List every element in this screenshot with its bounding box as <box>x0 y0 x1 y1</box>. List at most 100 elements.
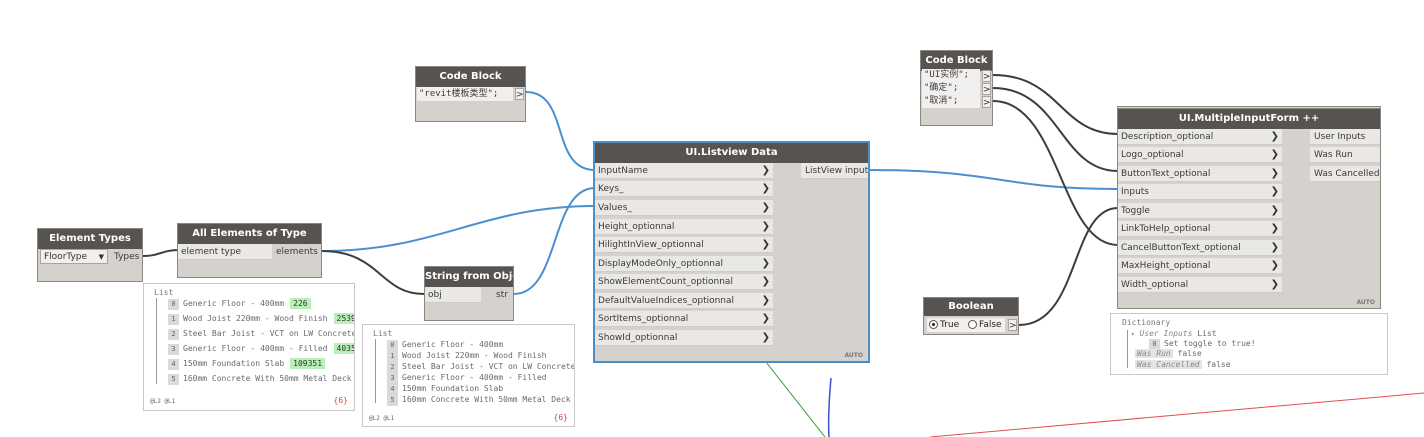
chevron-right-icon: ❯ <box>761 221 770 232</box>
wire-types-to-element-type[interactable] <box>142 249 180 257</box>
wire-code2-to-cancelbuttontext[interactable] <box>992 100 1119 246</box>
output-port-elements[interactable]: elements <box>272 244 321 260</box>
list-item: 5 160mm Concrete With 50mm Metal Deck <box>387 394 571 406</box>
output-port-listview-input[interactable]: ListView input <box>801 163 868 179</box>
collapse-icon: ▾ <box>1131 331 1135 338</box>
input-port-width[interactable]: Width_optional ❯ <box>1118 277 1282 293</box>
dictionary-preview: Dictionary ▾ User Inputs List 0 Set toggl… <box>1110 313 1388 375</box>
chevron-right-icon: ❯ <box>1270 205 1279 216</box>
output-port[interactable]: > <box>982 70 991 82</box>
listview-data-node[interactable]: UI.Listview Data InputName ❯ Keys_ ❯ Value… <box>593 141 870 363</box>
chevron-right-icon: ❯ <box>761 258 770 269</box>
chevron-right-icon: ❯ <box>761 183 770 194</box>
input-port-displaymode[interactable]: DisplayModeOnly_optionnal ❯ <box>595 256 773 272</box>
input-port-element-type[interactable]: element type <box>178 244 272 260</box>
axis-line-red <box>929 392 1424 437</box>
list-count: {6} <box>553 413 568 422</box>
output-port-user-inputs[interactable]: User Inputs <box>1310 129 1380 145</box>
radio-unselected-icon <box>968 320 977 329</box>
input-port-obj[interactable]: obj <box>425 287 481 303</box>
auto-label: AUTO <box>844 352 863 359</box>
chevron-right-icon: ❯ <box>1270 168 1279 179</box>
chevron-right-icon: ❯ <box>1270 223 1279 234</box>
input-port-keys[interactable]: Keys_ ❯ <box>595 181 773 197</box>
input-port-showelementcount[interactable]: ShowElementCount_optionnal ❯ <box>595 274 773 290</box>
element-type-dropdown[interactable]: FloorType ▼ <box>40 249 108 264</box>
auto-label: AUTO <box>1356 299 1375 306</box>
chevron-right-icon: ❯ <box>1270 279 1279 290</box>
chevron-right-icon: ❯ <box>761 202 770 213</box>
node-title: Element Types <box>38 229 142 249</box>
list-item: 4 150mm Foundation Slab <box>387 383 503 395</box>
chevron-right-icon: ❯ <box>761 295 770 306</box>
node-title: Code Block <box>416 67 525 87</box>
output-port-str[interactable]: str <box>492 287 513 303</box>
code-block-node-2[interactable]: Code Block "UI实例"; "确定"; "取消"; > > > <box>920 50 993 126</box>
output-port[interactable]: > <box>982 96 991 108</box>
input-port-inputs[interactable]: Inputs ❯ <box>1118 184 1282 200</box>
list-count: {6} <box>333 396 348 405</box>
input-port-maxheight[interactable]: MaxHeight_optional ❯ <box>1118 258 1282 274</box>
chevron-right-icon: ❯ <box>1270 242 1279 253</box>
string-from-object-node[interactable]: String from Object obj str <box>424 266 514 321</box>
elements-list-preview: List 0 Generic Floor - 400mm 226 1 Wood Joi… <box>143 283 355 411</box>
boolean-node[interactable]: Boolean True False > <box>923 297 1019 335</box>
output-port[interactable]: > <box>1008 319 1017 331</box>
list-item: 0 Generic Floor - 400mm 226 <box>168 298 311 310</box>
list-levels: @L2 @L1 <box>150 398 176 405</box>
node-title: Code Block <box>921 51 992 71</box>
axis-line-blue <box>827 377 832 437</box>
input-port-hilight[interactable]: HilightInView_optionnal ❯ <box>595 237 773 253</box>
input-port-values[interactable]: Values_ ❯ <box>595 200 773 216</box>
wire-str-to-keys[interactable] <box>513 187 596 295</box>
input-port-linktohelp[interactable]: LinkToHelp_optional ❯ <box>1118 221 1282 237</box>
list-item: 1 Wood Joist 220mm - Wood Finish <box>387 350 547 362</box>
all-elements-of-type-node[interactable]: All Elements of Type element type elemen… <box>177 223 322 278</box>
wire-listview-to-inputs[interactable] <box>867 169 1119 190</box>
input-port-height[interactable]: Height_optionnal ❯ <box>595 219 773 235</box>
output-port-types[interactable]: Types <box>110 249 142 265</box>
input-port-showid[interactable]: ShowId_optionnal ❯ <box>595 330 773 346</box>
string-list-preview: List 0 Generic Floor - 400mm 1 Wood Joist … <box>362 324 575 427</box>
code-line[interactable]: "确定"; <box>922 82 980 95</box>
radio-true[interactable]: True <box>929 320 959 330</box>
input-port-description[interactable]: Description_optional ❯ <box>1118 129 1282 145</box>
node-title: All Elements of Type <box>178 224 321 244</box>
list-item: 3 Generic Floor - 400mm - Filled 4035 <box>168 343 354 355</box>
wire-codeblock-to-inputname[interactable] <box>525 91 596 171</box>
code-line[interactable]: "revit楼板类型"; <box>417 87 513 101</box>
element-types-node[interactable]: Element Types FloorType ▼ Types <box>37 228 143 282</box>
output-port-was-run[interactable]: Was Run <box>1310 147 1380 163</box>
tree-line <box>1127 330 1128 368</box>
input-port-buttontext[interactable]: ButtonText_optional ❯ <box>1118 166 1282 182</box>
output-port[interactable]: > <box>515 88 524 100</box>
input-port-cancelbuttontext[interactable]: CancelButtonText_optional ❯ <box>1118 240 1282 256</box>
dictionary-key-was-cancelled: Was Cancelled false <box>1135 360 1231 369</box>
input-port-sortitems[interactable]: SortItems_optionnal ❯ <box>595 311 773 327</box>
chevron-right-icon: ❯ <box>761 276 770 287</box>
wire-boolean-to-toggle[interactable] <box>1018 207 1119 326</box>
code-block-node-1[interactable]: Code Block "revit楼板类型"; > <box>415 66 526 122</box>
axis-line-green <box>765 361 826 437</box>
output-port-was-cancelled[interactable]: Was Cancelled <box>1310 166 1380 182</box>
chevron-right-icon: ❯ <box>761 239 770 250</box>
input-port-logo[interactable]: Logo_optional ❯ <box>1118 147 1282 163</box>
input-port-defaultvalueindices[interactable]: DefaultValueIndices_optionnal ❯ <box>595 293 773 309</box>
node-title: Boolean <box>924 298 1018 316</box>
boolean-radio-group: True False <box>927 318 1005 332</box>
input-port-toggle[interactable]: Toggle ❯ <box>1118 203 1282 219</box>
chevron-right-icon: ❯ <box>761 313 770 324</box>
code-line[interactable]: "UI实例"; <box>922 69 980 82</box>
list-item: 1 Wood Joist 220mm - Wood Finish 2539 <box>168 313 354 325</box>
radio-selected-icon <box>929 320 938 329</box>
list-item: 0 Generic Floor - 400mm <box>387 339 503 351</box>
input-port-inputname[interactable]: InputName ❯ <box>595 163 773 179</box>
list-item: 4 150mm Foundation Slab 109351 <box>168 358 326 370</box>
node-title: UI.MultipleInputForm ++ <box>1118 109 1380 129</box>
tree-line <box>375 339 376 403</box>
code-line[interactable]: "取消"; <box>922 95 980 108</box>
dropdown-value: FloorType <box>44 252 88 262</box>
output-port[interactable]: > <box>982 83 991 95</box>
radio-false[interactable]: False <box>968 320 1002 330</box>
multiple-input-form-node[interactable]: UI.MultipleInputForm ++ Description_opti… <box>1117 106 1381 309</box>
